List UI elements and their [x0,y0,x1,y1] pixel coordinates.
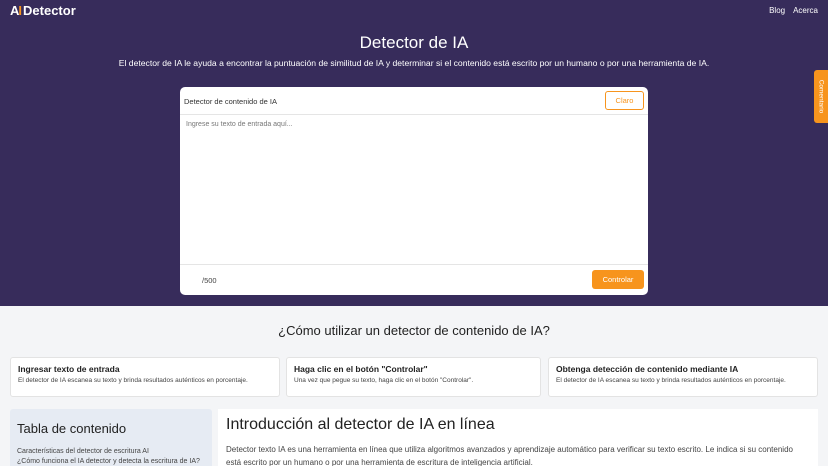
toc-title: Tabla de contenido [17,421,127,436]
detector-card: Detector de contenido de IA Claro /500 C… [180,87,648,295]
check-button[interactable]: Controlar [592,270,644,289]
step-title: Obtenga detección de contenido mediante … [556,364,739,374]
toc-item-how-it-works[interactable]: ¿Cómo funciona el IA detector y detecta … [17,458,205,465]
card-title: Detector de contenido de IA [184,97,277,106]
how-to-title: ¿Cómo utilizar un detector de contenido … [278,323,550,338]
feedback-tab[interactable]: Comentario [814,70,828,123]
card-header: Detector de contenido de IA Claro [180,87,648,115]
step-title: Ingresar texto de entrada [18,364,120,374]
intro-text: Detector texto IA es una herramienta en … [226,445,793,466]
intro-section: Introducción al detector de IA en línea … [218,409,818,466]
clear-button[interactable]: Claro [605,91,644,110]
step-desc: El detector de IA escanea su texto y bri… [18,377,248,384]
top-nav: Blog Acerca [769,6,818,15]
feedback-label: Comentario [817,79,825,114]
nav-acerca[interactable]: Acerca [793,6,818,15]
text-input[interactable] [180,115,648,265]
page-title: Detector de IA [359,33,469,52]
toc-item-features[interactable]: Características del detector de escritur… [17,448,205,455]
logo-text: Detector [23,3,76,18]
step-title: Haga clic en el botón "Controlar" [294,364,428,374]
step-desc: Una vez que pegue su texto, haga clic en… [294,377,474,384]
logo-mark: AI [10,3,22,18]
logo[interactable]: AI Detector [10,3,76,18]
page-subtitle: El detector de IA le ayuda a encontrar l… [118,58,710,68]
table-of-contents: Tabla de contenido Características del d… [10,409,212,466]
char-counter: /500 [202,276,217,285]
nav-blog[interactable]: Blog [769,6,785,15]
step-card-2: Haga clic en el botón "Controlar" Una ve… [286,357,541,397]
intro-title: Introducción al detector de IA en línea [226,416,495,433]
step-card-3: Obtenga detección de contenido mediante … [548,357,818,397]
step-card-1: Ingresar texto de entrada El detector de… [10,357,280,397]
step-desc: El detector de IA escanea su texto y bri… [556,377,786,384]
